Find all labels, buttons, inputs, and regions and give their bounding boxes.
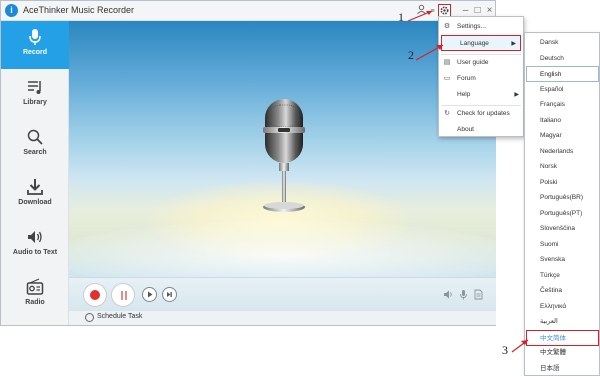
language-option[interactable]: 中文繁體: [526, 345, 599, 361]
sidebar-item-search[interactable]: Search: [1, 121, 69, 169]
language-option[interactable]: Suomi: [526, 237, 599, 253]
file-icon[interactable]: [473, 289, 484, 303]
submenu-arrow-icon: ▶: [514, 92, 519, 98]
record-dot-icon: [90, 290, 100, 300]
menu-item-check-updates[interactable]: ↻ Check for updates: [439, 106, 523, 122]
download-icon: [27, 179, 43, 195]
sidebar-item-audio-to-text[interactable]: Audio to Text: [1, 221, 69, 269]
menu-item-label: User guide: [457, 59, 489, 66]
radio-icon: [26, 278, 44, 295]
playback-controls: [69, 277, 496, 311]
chat-icon: ▭: [443, 75, 451, 82]
book-icon: ▤: [443, 59, 451, 66]
record-button[interactable]: [83, 283, 107, 307]
sidebar-item-label: Library: [23, 99, 47, 106]
pause-button[interactable]: [111, 283, 135, 307]
language-option[interactable]: Italiano: [526, 113, 599, 129]
language-option[interactable]: Norsk: [526, 159, 599, 175]
cloud-band: [69, 221, 496, 277]
menu-item-help[interactable]: Help ▶: [439, 87, 523, 103]
app-title: AceThinker Music Recorder: [23, 5, 135, 15]
step-2-label: 2: [408, 48, 414, 62]
status-bar: Schedule Task: [69, 311, 496, 325]
menu-separator-icon: ≡: [430, 8, 435, 15]
sidebar-item-library[interactable]: Library: [1, 71, 69, 119]
language-submenu: Dansk Deutsch English Español Français Italia…: [524, 32, 600, 376]
title-bar: i AceThinker Music Recorder ≡ – □ ×: [1, 1, 495, 21]
search-icon: [27, 129, 43, 145]
refresh-icon: ↻: [444, 110, 450, 117]
microphone-small-icon[interactable]: [458, 289, 469, 303]
step-1-label: 1: [398, 10, 404, 24]
language-option[interactable]: Polski: [526, 175, 599, 191]
menu-item-settings[interactable]: ⚙ Settings...: [439, 19, 523, 35]
language-option[interactable]: Čeština: [526, 283, 599, 299]
skip-icon: [167, 292, 172, 297]
language-option[interactable]: Português(PT): [526, 206, 599, 222]
language-option[interactable]: English: [526, 66, 599, 82]
play-button[interactable]: [142, 287, 157, 302]
language-option[interactable]: Nederlands: [526, 144, 599, 160]
sidebar-item-record[interactable]: Record: [1, 21, 69, 69]
app-window: i AceThinker Music Recorder ≡ – □ × Reco…: [0, 0, 496, 326]
app-logo-icon: i: [5, 4, 18, 17]
menu-item-user-guide[interactable]: ▤ User guide: [439, 55, 523, 71]
menu-item-label: Forum: [457, 75, 476, 82]
user-icon[interactable]: [415, 4, 428, 17]
menu-item-label: About: [457, 126, 474, 133]
language-option[interactable]: 日本語: [526, 361, 599, 376]
music-list-icon: [28, 81, 41, 94]
language-option[interactable]: Français: [526, 97, 599, 113]
language-option[interactable]: Magyar: [526, 128, 599, 144]
sidebar-item-label: Radio: [25, 299, 45, 306]
sidebar-item-label: Download: [18, 199, 52, 206]
menu-item-label: Settings...: [457, 23, 486, 30]
language-option[interactable]: 中文简体: [526, 329, 599, 346]
screenshot-stage: i AceThinker Music Recorder ≡ – □ × Reco…: [0, 0, 600, 376]
language-option[interactable]: العربية: [526, 314, 599, 330]
menu-item-label: Help: [457, 91, 471, 98]
volume-icon[interactable]: [443, 289, 454, 303]
sidebar-item-label: Audio to Text: [12, 249, 58, 256]
microphone-icon: [29, 29, 41, 45]
language-option[interactable]: Türkçe: [526, 268, 599, 284]
menu-item-forum[interactable]: ▭ Forum: [439, 71, 523, 87]
menu-item-language[interactable]: Language ▶: [441, 35, 521, 51]
pause-bar-icon: [125, 291, 127, 300]
sidebar-item-radio[interactable]: Radio: [1, 271, 69, 319]
menu-item-about[interactable]: About: [439, 122, 523, 138]
language-option[interactable]: Español: [526, 82, 599, 98]
settings-menu: ⚙ Settings... Language ▶ ▤ User guide ▭ …: [438, 16, 524, 137]
record-canvas: [69, 21, 496, 277]
sidebar-item-label: Search: [23, 149, 47, 156]
sidebar-item-download[interactable]: Download: [1, 171, 69, 219]
language-option[interactable]: Slovenščina: [526, 221, 599, 237]
step-3-label: 3: [502, 343, 508, 357]
menu-item-label: Check for updates: [457, 110, 510, 117]
sidebar: Record Library Search Download Audio to …: [1, 21, 69, 325]
gear-icon: ⚙: [443, 23, 451, 30]
language-option[interactable]: Deutsch: [526, 51, 599, 67]
language-option[interactable]: Português(BR): [526, 190, 599, 206]
speaker-text-icon: [28, 231, 42, 243]
schedule-task-link[interactable]: Schedule Task: [97, 313, 142, 320]
sidebar-item-label: Record: [22, 49, 48, 56]
skip-button[interactable]: [162, 287, 177, 302]
clock-icon[interactable]: [85, 313, 94, 322]
play-icon: [148, 291, 153, 298]
menu-item-label: Language: [460, 40, 489, 47]
pause-bar-icon: [121, 291, 123, 300]
submenu-arrow-icon: ▶: [511, 41, 516, 47]
microphone-illustration: [263, 99, 305, 212]
language-option[interactable]: Ελληνικά: [526, 299, 599, 315]
language-option[interactable]: Dansk: [526, 35, 599, 51]
language-option[interactable]: Svenska: [526, 252, 599, 268]
